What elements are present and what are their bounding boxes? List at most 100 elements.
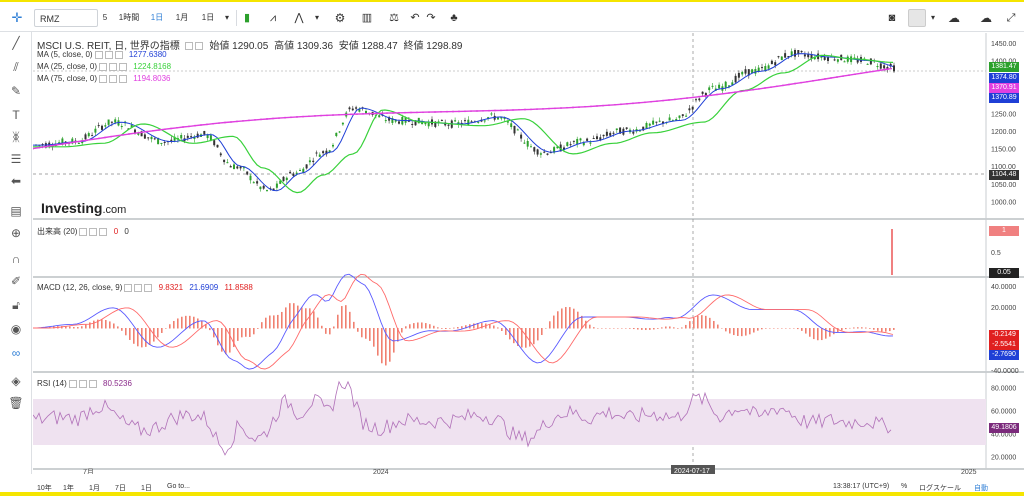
- range-button[interactable]: Go to...: [167, 483, 190, 490]
- candle-body: [341, 122, 344, 125]
- gear-icon[interactable]: ⚙: [332, 9, 348, 27]
- interval-dropdown[interactable]: 1日: [198, 9, 218, 27]
- interval-1d-button[interactable]: 1日: [148, 9, 166, 27]
- x-axis-label: 7月: [83, 468, 94, 474]
- rsi-legend[interactable]: RSI (14) 80.5236: [37, 379, 132, 388]
- trash-icon[interactable]: 🗑︎: [6, 394, 26, 412]
- interval-1h-button[interactable]: 1時間: [116, 9, 142, 27]
- macd-hist-bar: [453, 327, 455, 329]
- candle-body: [688, 108, 691, 111]
- chevron-down-icon[interactable]: ▾: [222, 9, 232, 27]
- color-swatch[interactable]: [908, 9, 926, 27]
- macd-hist-bar: [161, 328, 163, 333]
- range-button[interactable]: 1日: [141, 483, 152, 493]
- volume-legend[interactable]: 出来高 (20) 0 0: [37, 226, 129, 237]
- macd-hist-bar: [241, 328, 243, 338]
- chart-svg[interactable]: 1450.001400.001350.001300.001250.001200.…: [33, 33, 1024, 474]
- candle-body: [351, 108, 354, 111]
- rsi-value: 80.5236: [103, 379, 132, 388]
- candle-body: [592, 137, 595, 139]
- candle-body: [292, 173, 295, 176]
- brush-icon[interactable]: ✎: [6, 82, 26, 100]
- magnet-icon[interactable]: ∩: [6, 250, 26, 268]
- eye-icon[interactable]: ◉: [6, 320, 26, 338]
- measure-icon[interactable]: ▤: [6, 202, 26, 220]
- cloud-upload-icon[interactable]: ☁: [974, 9, 998, 27]
- log-scale-toggle[interactable]: ログスケール: [919, 483, 961, 493]
- macd-tick-label: 40.0000: [991, 284, 1016, 291]
- bar-chart-icon[interactable]: ▥: [358, 9, 376, 27]
- candle-body: [767, 65, 770, 69]
- fibonacci-icon[interactable]: ☰: [6, 150, 26, 168]
- range-button[interactable]: 10年: [37, 483, 52, 493]
- candle-body: [879, 63, 882, 69]
- layers-icon[interactable]: ◈: [6, 372, 26, 390]
- macd-hist-bar: [789, 328, 791, 329]
- chart-area[interactable]: 1450.001400.001350.001300.001250.001200.…: [33, 33, 1024, 474]
- macd-hist-bar: [653, 328, 655, 330]
- ma25-legend[interactable]: MA (25, close, 0) 1224.8168: [37, 62, 171, 71]
- crosshair-icon[interactable]: ✛: [8, 9, 26, 27]
- fork-icon[interactable]: ⫽: [6, 58, 26, 76]
- macd-hist-bar: [165, 328, 167, 329]
- macd-legend[interactable]: MACD (12, 26, close, 9) 9.8321 21.6909 1…: [37, 283, 253, 292]
- compare-icon[interactable]: ⋀: [288, 9, 310, 27]
- back-arrow-icon[interactable]: ⬅: [6, 172, 26, 190]
- macd-hist-bar: [549, 321, 551, 329]
- ma5-legend[interactable]: MA (5, close, 0) 1277.6380: [37, 50, 167, 59]
- volume-label: 出来高 (20): [37, 227, 78, 236]
- interval-1m-button[interactable]: 1月: [172, 9, 192, 27]
- candle-body: [833, 59, 836, 61]
- percent-toggle[interactable]: %: [901, 483, 907, 490]
- candle-body: [777, 56, 780, 58]
- text-icon[interactable]: T: [6, 106, 26, 124]
- candle-body: [579, 138, 582, 141]
- redo-icon[interactable]: ↷: [424, 9, 438, 27]
- macd-hist-bar: [745, 328, 747, 336]
- macd-hist-bar: [269, 315, 271, 329]
- candle-body: [658, 120, 661, 122]
- macd-hist-bar: [561, 308, 563, 329]
- macd-hist-bar: [617, 328, 619, 329]
- trend-line-icon[interactable]: ╱: [6, 34, 26, 52]
- close-mini[interactable]: [194, 42, 203, 51]
- settings-mini[interactable]: [184, 42, 193, 51]
- macd-hist-bar: [325, 328, 327, 334]
- undo-icon[interactable]: ↶: [408, 9, 422, 27]
- lock-icon[interactable]: 🔓︎: [6, 296, 26, 314]
- ma75-legend[interactable]: MA (75, close, 0) 1194.8036: [37, 74, 171, 83]
- macd-hist-bar: [533, 328, 535, 345]
- range-button[interactable]: 1月: [89, 483, 100, 493]
- macd-hist-bar: [329, 328, 331, 335]
- zoom-icon[interactable]: ⊕: [6, 224, 26, 242]
- interval-count[interactable]: 5: [98, 9, 112, 27]
- close-label: 終値: [403, 41, 424, 52]
- investing-logo: Investing.com: [41, 200, 127, 216]
- candle-style-icon[interactable]: ▮: [240, 9, 254, 27]
- range-button[interactable]: 1年: [63, 483, 74, 493]
- macd-hist-bar: [405, 326, 407, 329]
- macd-hist-bar: [129, 328, 131, 340]
- macd-hist-bar: [373, 328, 375, 347]
- symbol-input[interactable]: RMZ: [34, 9, 98, 27]
- rsi-tick-label: 80.0000: [991, 386, 1016, 393]
- tree-icon[interactable]: ♣: [446, 9, 462, 27]
- range-button[interactable]: 7日: [115, 483, 126, 493]
- indicator-icon[interactable]: ⩘: [262, 9, 284, 27]
- macd-hist-bar: [301, 307, 303, 329]
- macd-hist-bar: [321, 325, 323, 329]
- scale-icon[interactable]: ⚖: [386, 9, 402, 27]
- chevron-down-icon[interactable]: ▾: [312, 9, 322, 27]
- pattern-icon[interactable]: ᛤ: [6, 128, 26, 146]
- macd-hist-bar: [609, 328, 611, 329]
- ma75-value: 1194.8036: [133, 74, 171, 83]
- link-icon[interactable]: ∞: [6, 344, 26, 362]
- cloud-download-icon[interactable]: ☁: [942, 9, 966, 27]
- fullscreen-icon[interactable]: ⤢: [1004, 9, 1018, 27]
- macd-hist-bar: [677, 328, 679, 329]
- auto-scale-toggle[interactable]: 自動: [974, 483, 988, 493]
- chevron-down-icon[interactable]: ▾: [928, 9, 938, 27]
- candle-body: [483, 120, 486, 122]
- camera-icon[interactable]: ◙: [882, 9, 902, 27]
- lock-draw-icon[interactable]: ✐: [6, 272, 26, 290]
